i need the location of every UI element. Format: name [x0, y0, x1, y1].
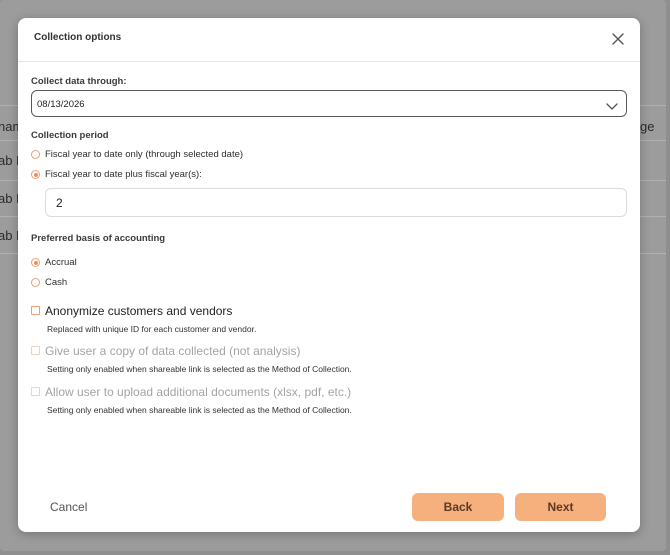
basis-label: Preferred basis of accounting [31, 233, 166, 244]
collect-through-label: Collect data through: [31, 76, 127, 87]
next-button[interactable]: Next [515, 493, 606, 521]
back-button[interactable]: Back [412, 493, 504, 521]
give-copy-hint: Setting only enabled when shareable link… [47, 364, 352, 374]
upload-docs-label: Allow user to upload additional document… [45, 385, 352, 399]
collection-options-dialog: Collection options Collect data through:… [18, 18, 640, 532]
anonymize-hint: Replaced with unique ID for each custome… [47, 324, 257, 334]
chevron-down-icon [606, 99, 618, 110]
basis-option-label: Cash [45, 277, 68, 288]
cancel-button[interactable]: Cancel [50, 500, 87, 514]
give-copy-label: Give user a copy of data collected (not … [45, 344, 301, 358]
radio-button[interactable] [31, 278, 40, 287]
dialog-header: Collection options [18, 18, 640, 62]
radio-button-checked[interactable] [31, 258, 40, 267]
radio-button-checked[interactable] [31, 170, 40, 179]
period-option-label: Fiscal year to date only (through select… [45, 149, 244, 160]
radio-button[interactable] [31, 150, 40, 159]
dialog-title: Collection options [34, 32, 122, 43]
close-icon[interactable] [610, 31, 626, 47]
upload-docs-hint: Setting only enabled when shareable link… [47, 405, 352, 415]
fiscal-years-input[interactable] [45, 188, 627, 217]
anonymize-label: Anonymize customers and vendors [45, 304, 233, 318]
background-column-header: ge [640, 119, 655, 134]
collection-period-label: Collection period [31, 130, 109, 141]
anonymize-checkbox[interactable] [31, 306, 40, 315]
give-copy-checkbox [31, 346, 40, 355]
basis-option-label: Accrual [45, 257, 77, 268]
upload-docs-checkbox [31, 387, 40, 396]
collect-through-value: 08/13/2026 [37, 99, 85, 110]
collect-through-select[interactable]: 08/13/2026 [31, 90, 627, 117]
period-option-label: Fiscal year to date plus fiscal year(s): [45, 169, 202, 180]
